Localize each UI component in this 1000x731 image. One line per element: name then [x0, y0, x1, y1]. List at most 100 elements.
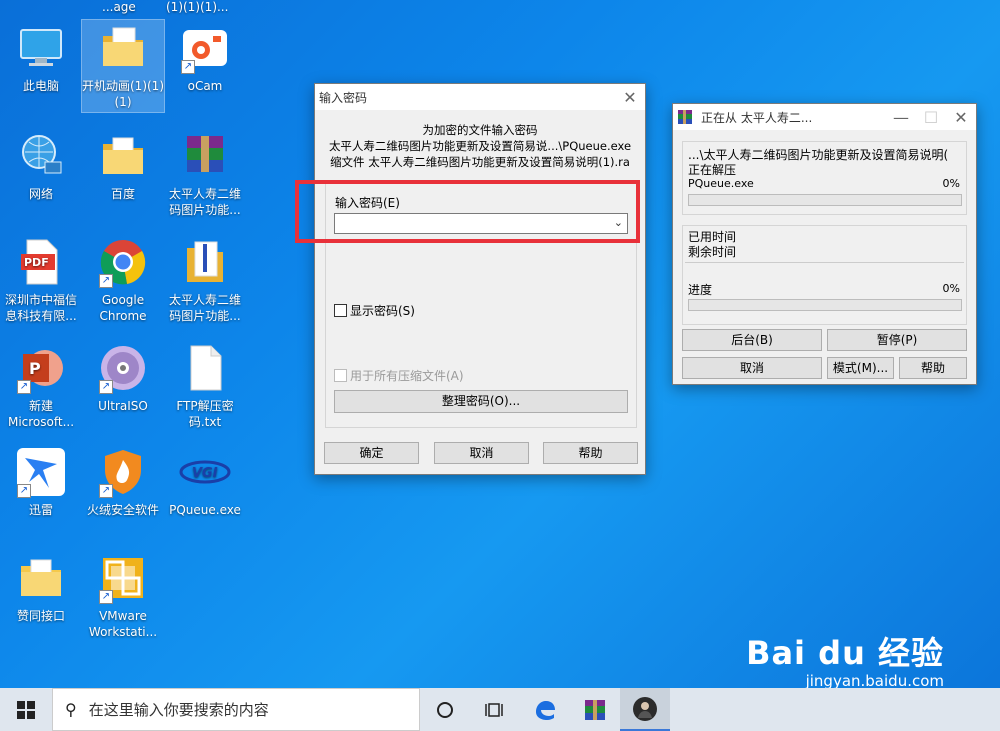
start-button[interactable] — [0, 688, 52, 731]
svg-text:P: P — [29, 359, 41, 378]
icon-label: 太平人寿二维码图片功能... — [168, 187, 241, 217]
organize-passwords-button[interactable]: 整理密码(O)... — [334, 390, 628, 413]
checkbox-box[interactable] — [334, 304, 347, 317]
vmware-icon: ↗ — [97, 552, 149, 604]
desktop-icon-this-pc[interactable]: 此电脑 — [0, 20, 82, 94]
icon-label: 开机动画(1)(1)(1) — [82, 79, 164, 109]
icon-label: 此电脑 — [22, 79, 59, 93]
desktop-icon-zip-folder[interactable]: 太平人寿二维码图片功能... — [164, 234, 246, 324]
chrome-icon: ↗ — [97, 236, 149, 288]
disc-icon: ↗ — [97, 342, 149, 394]
icon-label: UltraISO — [98, 399, 148, 413]
baidu-jingyan-watermark: Bai du 经验 jingyan.baidu.com — [746, 628, 944, 690]
xunlei-bird-icon: ↗ — [15, 446, 67, 498]
icon-label: oCam — [187, 79, 223, 93]
desktop-icon-pqueue[interactable]: VGI PQueue.exe — [164, 444, 246, 518]
icon-label: 新建 Microsoft... — [7, 399, 75, 429]
folder-icon — [97, 130, 149, 182]
close-icon[interactable]: ✕ — [946, 104, 976, 130]
desktop-icon-ppt[interactable]: P ↗ 新建 Microsoft... — [0, 340, 82, 430]
text-file-icon — [179, 342, 231, 394]
icon-label: 火绒安全软件 — [86, 503, 159, 517]
globe-network-icon — [15, 130, 67, 182]
close-icon[interactable]: ✕ — [615, 84, 645, 110]
extract-titlebar[interactable]: 正在从 太平人寿二... — ☐ ✕ — [673, 104, 976, 130]
desktop-icon-ultraiso[interactable]: ↗ UltraISO — [82, 340, 164, 414]
mode-button[interactable]: 模式(M)... — [827, 357, 894, 379]
windows-logo-icon — [17, 700, 35, 719]
pause-button[interactable]: 暂停(P) — [827, 329, 967, 351]
icon-label: 百度 — [110, 187, 135, 201]
cortana-icon[interactable] — [420, 688, 470, 731]
minimize-icon[interactable]: — — [886, 104, 916, 130]
icon-label: 赞同接口 — [16, 609, 65, 623]
taskbar: ⚲ 在这里输入你要搜索的内容 — [0, 688, 1000, 731]
divider — [685, 262, 964, 263]
shortcut-arrow-icon: ↗ — [99, 274, 113, 288]
dialog-archive-name: 缩文件 太平人寿二维码图片功能更新及设置简易说明(1).ra — [330, 155, 630, 169]
folder-icon — [15, 552, 67, 604]
checkbox-box[interactable] — [334, 369, 347, 382]
desktop-icon-rar-archive[interactable]: 太平人寿二维码图片功能... — [164, 128, 246, 218]
shortcut-arrow-icon: ↗ — [17, 380, 31, 394]
desktop-icon-zantong[interactable]: 赞同接口 — [0, 550, 82, 624]
winrar-books-icon — [179, 130, 231, 182]
shortcut-arrow-icon: ↗ — [99, 590, 113, 604]
icon-label: Google Chrome — [99, 293, 147, 323]
total-progress-bar — [688, 299, 962, 311]
desktop-icon-network[interactable]: 网络 — [0, 128, 82, 202]
shortcut-arrow-icon: ↗ — [17, 484, 31, 498]
ok-button[interactable]: 确定 — [324, 442, 419, 464]
dialog-titlebar[interactable]: 输入密码 ✕ — [315, 84, 645, 110]
desktop-icon-huorong[interactable]: ↗ 火绒安全软件 — [82, 444, 164, 518]
desktop-icon-ftp-txt[interactable]: FTP解压密码.txt — [164, 340, 246, 430]
cancel-extract-button[interactable]: 取消 — [682, 357, 822, 379]
desktop-icon-chrome[interactable]: ↗ Google Chrome — [82, 234, 164, 324]
svg-text:VGI: VGI — [192, 466, 218, 481]
user-avatar-taskbar-icon[interactable] — [620, 688, 670, 731]
desktop-icon-pdf[interactable]: PDF 深圳市中福信息科技有限... — [0, 234, 82, 324]
show-password-label: 显示密码(S) — [350, 304, 415, 318]
total-percent: 0% — [942, 282, 960, 295]
flame-shield-icon: ↗ — [97, 446, 149, 498]
icon-label: 网络 — [28, 187, 53, 201]
icon-label: FTP解压密码.txt — [176, 399, 234, 429]
dialog-instruction: 为加密的文件输入密码 — [422, 123, 538, 137]
help-extract-button[interactable]: 帮助 — [899, 357, 967, 379]
winrar-taskbar-icon[interactable] — [570, 688, 620, 731]
file-progress-bar — [688, 194, 962, 206]
help-button[interactable]: 帮助 — [543, 442, 638, 464]
desktop-icon-vmware[interactable]: ↗ VMware Workstati... — [82, 550, 164, 640]
search-icon: ⚲ — [65, 700, 77, 719]
edge-browser-icon[interactable] — [520, 688, 570, 731]
dialog-title: 输入密码 — [319, 90, 368, 105]
folder-icon — [97, 22, 149, 74]
desktop-icon-xunlei[interactable]: ↗ 迅雷 — [0, 444, 82, 518]
cancel-button[interactable]: 取消 — [434, 442, 529, 464]
icon-label: VMware Workstati... — [88, 609, 158, 639]
icon-label: 迅雷 — [28, 503, 53, 517]
shortcut-arrow-icon: ↗ — [99, 484, 113, 498]
icon-label: PQueue.exe — [169, 503, 241, 517]
desktop-icon-baidu[interactable]: 百度 — [82, 128, 164, 202]
watermark-brand: Bai du 经验 — [746, 634, 944, 672]
partial-icon-label: (1)(1)(1)... — [166, 0, 229, 14]
computer-icon — [15, 22, 67, 74]
shortcut-arrow-icon: ↗ — [181, 60, 195, 74]
desktop-icon-ocam[interactable]: ↗ oCam — [164, 20, 246, 94]
current-file-name: PQueue.exe — [688, 177, 754, 190]
maximize-icon: ☐ — [923, 107, 939, 127]
background-button[interactable]: 后台(B) — [682, 329, 822, 351]
remaining-time-label: 剩余时间 — [688, 245, 737, 259]
shortcut-arrow-icon: ↗ — [99, 380, 113, 394]
desktop-icon-boot-animation[interactable]: 开机动画(1)(1)(1) — [81, 19, 165, 113]
use-for-all-archives-checkbox[interactable]: 用于所有压缩文件(A) — [334, 367, 464, 384]
task-view-icon[interactable] — [470, 688, 520, 731]
icon-label: 太平人寿二维码图片功能... — [168, 293, 241, 323]
taskbar-search-box[interactable]: ⚲ 在这里输入你要搜索的内容 — [52, 688, 420, 731]
ocam-camera-icon: ↗ — [179, 22, 231, 74]
winrar-icon — [677, 109, 695, 125]
pqueue-logo-icon: VGI — [179, 446, 231, 498]
show-password-checkbox[interactable]: 显示密码(S) — [334, 302, 415, 319]
pdf-file-icon: PDF — [15, 236, 67, 288]
